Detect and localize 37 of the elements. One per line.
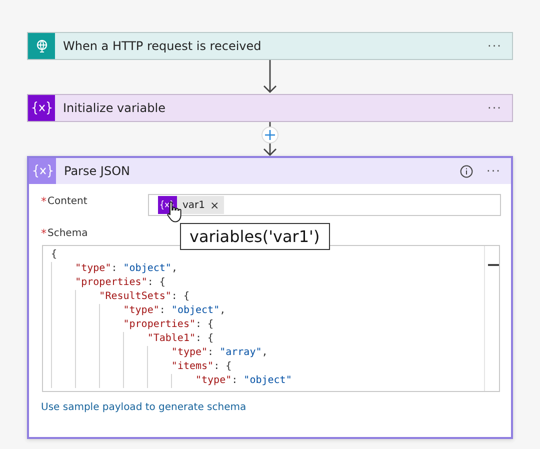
- code-line: "type": "object",: [43, 262, 499, 276]
- card-header[interactable]: When a HTTP request is received ···: [28, 33, 512, 59]
- braces-icon: [32, 101, 52, 115]
- globe-icon: [34, 39, 48, 53]
- code-line: "ResultSets": {: [43, 290, 499, 304]
- more-menu[interactable]: ···: [486, 164, 501, 178]
- step-title: When a HTTP request is received: [62, 39, 262, 53]
- parse-card[interactable]: [27, 156, 513, 439]
- code-line: "type": "array",: [43, 346, 499, 360]
- code-line: {: [50, 248, 58, 262]
- code-line: "items": {: [43, 360, 499, 374]
- code-line: "properties": {: [43, 318, 499, 332]
- info-icon[interactable]: [460, 164, 473, 178]
- schema-editor[interactable]: { "type": "object", "properties": { "ResultSets": { "type": "object", "properties": { "Table1": { "type": "array", "items": { "type": "object": [42, 245, 500, 392]
- token-chip[interactable]: var1 ×: [158, 196, 224, 214]
- code-line: "Table1": {: [43, 332, 499, 346]
- variable-icon: [160, 198, 174, 212]
- card-header[interactable]: Parse JSON ···: [29, 158, 511, 184]
- braces-icon: [32, 164, 52, 178]
- hand-cursor-icon: [164, 201, 182, 223]
- required-mark: *: [41, 194, 46, 208]
- more-menu[interactable]: ···: [488, 39, 502, 53]
- token-label: var1: [182, 200, 206, 210]
- code-line: "properties": {: [43, 276, 499, 290]
- field-label: Schema: [48, 227, 89, 239]
- connector-arrow: [262, 60, 278, 94]
- remove-button[interactable]: ×: [205, 198, 220, 212]
- card-header[interactable]: Initialize variable ···: [28, 95, 512, 121]
- field-label: Content: [48, 195, 88, 207]
- required-mark: *: [41, 226, 46, 240]
- sample-payload-link[interactable]: Use sample payload to generate schema: [41, 402, 246, 413]
- code-line: "type": "object": [43, 374, 499, 388]
- more-menu[interactable]: ···: [488, 101, 502, 115]
- code-line: "type": "object",: [43, 304, 499, 318]
- step-title: Parse JSON: [63, 164, 132, 178]
- step-title: Initialize variable: [62, 101, 166, 115]
- tooltip: variables('var1'): [180, 223, 330, 250]
